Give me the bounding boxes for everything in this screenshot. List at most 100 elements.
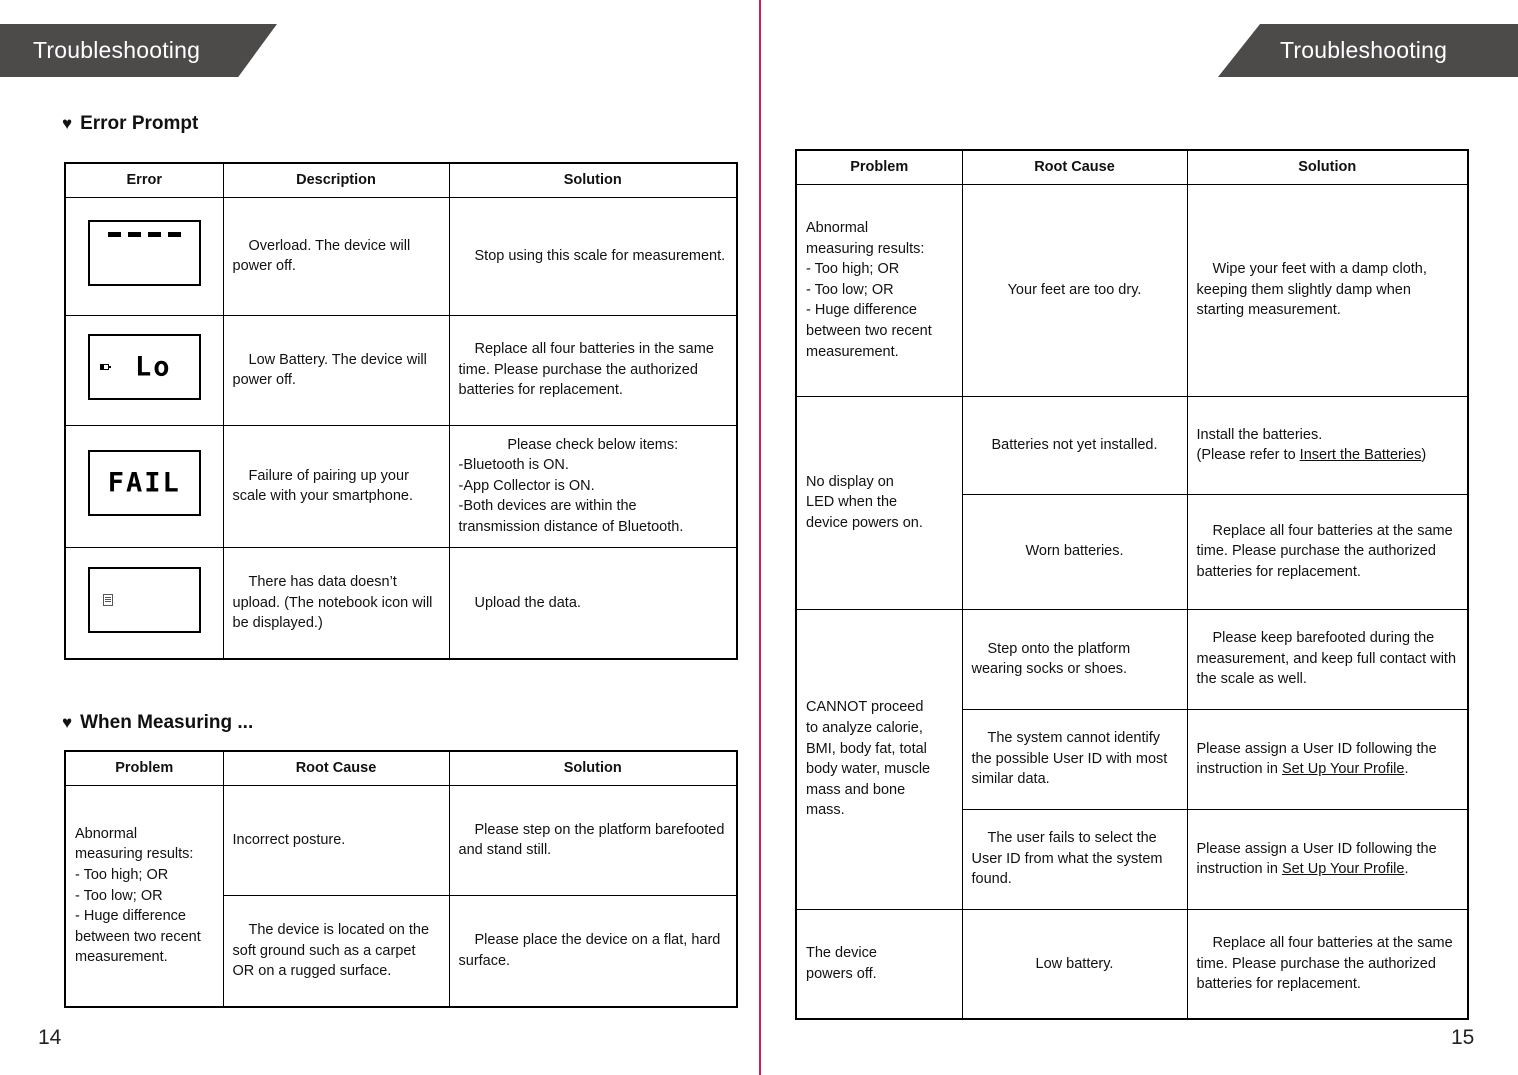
problem-line: - Too high; OR <box>75 866 169 883</box>
root-cause: Incorrect posture. <box>222 784 450 896</box>
problem-device-powers-off: The device powers off. <box>795 908 963 1020</box>
column-header-solution: Solution <box>448 750 738 786</box>
solution-text-suffix: ) <box>1421 447 1427 464</box>
section-heading-when-measuring-label: When Measuring ... <box>80 712 254 733</box>
heart-bullet-icon: ♥ <box>62 712 73 732</box>
problem-abnormal-measuring: Abnormal measuring results: - Too high; … <box>795 183 963 397</box>
problem-line: BMI, body fat, total <box>806 740 927 757</box>
column-header-problem: Problem <box>64 750 224 786</box>
root-cause: Low battery. <box>961 908 1188 1020</box>
table-row: Abnormal measuring results: - Too high; … <box>64 784 738 1008</box>
problem-line: Abnormal <box>806 220 869 237</box>
table-row: Overload. The device will power off. Sto… <box>64 196 738 316</box>
error-solution: Upload the data. <box>448 546 738 660</box>
problem-line: - Too high; OR <box>806 261 900 278</box>
root-cause: Step onto the platform wearing socks or … <box>961 608 1188 710</box>
problem-line: measuring results: <box>806 240 925 257</box>
column-header-description: Description <box>222 162 450 198</box>
solution-text-suffix: . <box>1404 761 1409 778</box>
solution-line-reference: (Please refer to Insert the Batteries) <box>1197 445 1459 466</box>
solution: Please place the device on a flat, hard … <box>448 894 738 1008</box>
chapter-banner-left-label: Troubleshooting <box>33 37 201 63</box>
root-cause: Worn batteries. <box>961 493 1188 610</box>
error-description: Low Battery. The device will power off. <box>222 314 450 426</box>
problem-line: LED when the <box>806 494 898 511</box>
troubleshooting-table-right: Problem Root Cause Solution Abnormal mea… <box>795 149 1469 1021</box>
table-row: CANNOT proceed to analyze calorie, BMI, … <box>795 608 1469 910</box>
problem-line: device powers on. <box>806 514 923 531</box>
chapter-banner-right-label: Troubleshooting <box>1280 37 1448 63</box>
table-row: FAIL Failure of pairing up your scale wi… <box>64 424 738 548</box>
table-header-row: Problem Root Cause Solution <box>795 149 1469 185</box>
error-solution-list: Please check below items: -Bluetooth is … <box>448 424 738 548</box>
page-number-right: 15 <box>1451 1026 1475 1049</box>
column-header-problem: Problem <box>795 149 963 185</box>
error-display-low-battery-cell: Lo <box>64 314 224 426</box>
error-display-fail-cell: FAIL <box>64 424 224 548</box>
solution-with-reference: Please assign a User ID following the in… <box>1186 708 1469 810</box>
solution: Replace all four batteries at the same t… <box>1186 908 1469 1020</box>
solution-line: -Both devices are within the <box>458 498 637 515</box>
problem-line: powers off. <box>806 965 877 982</box>
table-row: There has data doesn’t upload. (The note… <box>64 546 738 660</box>
when-measuring-table: Problem Root Cause Solution Abnormal mea… <box>64 750 738 1009</box>
error-description: Failure of pairing up your scale with yo… <box>222 424 450 548</box>
table-row: No display on LED when the device powers… <box>795 395 1469 610</box>
page-right: Troubleshooting Problem Root Cause Solut… <box>761 0 1518 1075</box>
error-solution: Stop using this scale for measurement. <box>448 196 738 316</box>
lcd-dash-group <box>90 231 199 237</box>
table-row: Lo Low Battery. The device will power of… <box>64 314 738 426</box>
problem-line: measurement. <box>806 343 899 360</box>
root-cause: Your feet are too dry. <box>961 183 1188 397</box>
lcd-notebook-icon <box>87 566 201 633</box>
chapter-banner-left: Troubleshooting <box>0 24 277 77</box>
error-description: There has data doesn’t upload. (The note… <box>222 546 450 660</box>
root-cause: The system cannot identify the possible … <box>961 708 1188 810</box>
table-row: Abnormal measuring results: - Too high; … <box>795 183 1469 397</box>
problem-line: - Too low; OR <box>75 887 163 904</box>
table-header-row: Problem Root Cause Solution <box>64 750 738 786</box>
lcd-fail-text: FAIL <box>107 467 181 499</box>
lcd-low-battery-text: Lo <box>134 351 172 383</box>
solution-line: -Bluetooth is ON. <box>458 457 569 474</box>
problem-line: mass and bone <box>806 781 906 798</box>
column-header-error: Error <box>64 162 224 198</box>
page-left: Troubleshooting ♥ Error Prompt Error Des… <box>0 0 760 1075</box>
solution-text-suffix: . <box>1404 861 1409 878</box>
solution: Please keep barefooted during the measur… <box>1186 608 1469 710</box>
problem-cannot-proceed: CANNOT proceed to analyze calorie, BMI, … <box>795 608 963 910</box>
error-display-overload-cell <box>64 196 224 316</box>
problem-line: measurement. <box>75 949 168 966</box>
problem-line: measuring results: <box>75 846 194 863</box>
solution-line: -App Collector is ON. <box>458 477 595 494</box>
solution: Wipe your feet with a damp cloth, keepin… <box>1186 183 1469 397</box>
column-header-solution: Solution <box>1186 149 1469 185</box>
error-prompt-table: Error Description Solution Overload. The… <box>64 162 738 661</box>
problem-line: - Too low; OR <box>806 281 894 298</box>
problem-line: between two recent <box>806 322 932 339</box>
solution: Please step on the platform barefooted a… <box>448 784 738 896</box>
reference-link-insert-the-batteries[interactable]: Insert the Batteries <box>1300 447 1422 463</box>
problem-line: Abnormal <box>75 825 138 842</box>
page-number-left: 14 <box>38 1026 62 1049</box>
section-heading-error-prompt-label: Error Prompt <box>80 113 199 134</box>
error-display-notebook-cell <box>64 546 224 660</box>
section-heading-error-prompt: ♥ Error Prompt <box>62 113 198 135</box>
problem-line: CANNOT proceed <box>806 699 924 716</box>
solution-line: Please check below items: <box>507 436 679 453</box>
reference-link-set-up-your-profile[interactable]: Set Up Your Profile <box>1282 761 1405 777</box>
section-heading-when-measuring: ♥ When Measuring ... <box>62 712 253 734</box>
problem-line: to analyze calorie, <box>806 719 923 736</box>
problem-line: - Huge difference <box>806 302 917 319</box>
column-header-solution: Solution <box>448 162 738 198</box>
problem-line: The device <box>806 945 877 962</box>
lcd-fail-icon: FAIL <box>87 449 201 516</box>
lcd-low-battery-icon: Lo <box>87 333 201 400</box>
root-cause: The device is located on the soft ground… <box>222 894 450 1008</box>
problem-line: body water, muscle <box>806 761 931 778</box>
problem-line: - Huge difference <box>75 908 186 925</box>
reference-link-set-up-your-profile[interactable]: Set Up Your Profile <box>1282 861 1405 877</box>
problem-line: No display on <box>806 473 894 490</box>
solution-line: Install the batteries. <box>1196 426 1323 443</box>
solution-line: transmission distance of Bluetooth. <box>458 518 684 535</box>
